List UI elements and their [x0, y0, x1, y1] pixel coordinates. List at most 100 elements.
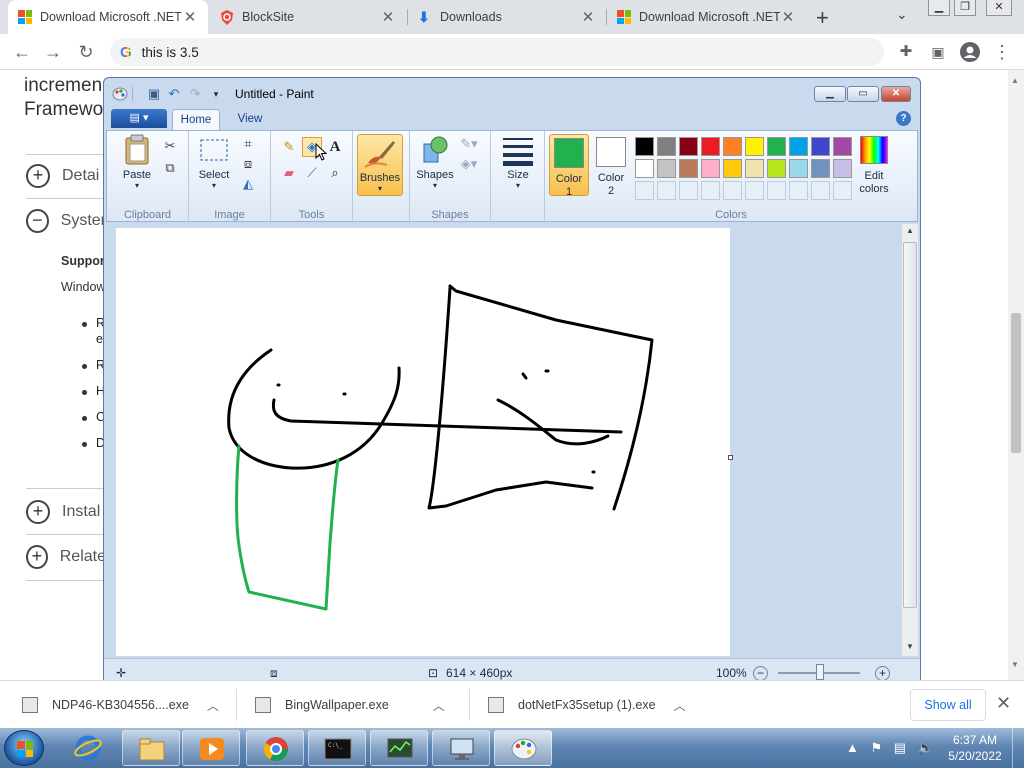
address-bar[interactable]: G this is 3.5 [110, 38, 884, 66]
close-downloads-bar-icon[interactable]: ✕ [996, 693, 1011, 714]
palette-swatch[interactable] [635, 159, 654, 178]
scroll-down-icon[interactable]: ▼ [906, 642, 914, 651]
taskbar-remote-desktop[interactable] [432, 730, 490, 766]
start-button[interactable] [4, 730, 44, 766]
forward-arrow-icon[interactable]: → [41, 40, 65, 64]
custom-color-slot[interactable] [767, 181, 786, 200]
palette-swatch[interactable] [745, 137, 764, 156]
palette-swatch[interactable] [833, 137, 852, 156]
palette-swatch[interactable] [723, 137, 742, 156]
custom-color-slot[interactable] [723, 181, 742, 200]
palette-swatch[interactable] [811, 159, 830, 178]
palette-swatch[interactable] [679, 137, 698, 156]
drawing-canvas[interactable] [116, 228, 733, 656]
save-icon[interactable]: ▣ [146, 86, 162, 102]
text-tool-icon[interactable]: A [325, 137, 345, 157]
reload-icon[interactable]: ↻ [74, 40, 98, 64]
taskbar-command-prompt[interactable]: C:\_ [308, 730, 366, 766]
custom-color-slot[interactable] [701, 181, 720, 200]
accordion-system-requirements[interactable]: − Syster [26, 209, 106, 233]
paint-close-button[interactable]: ✕ [881, 86, 911, 102]
close-tab-icon[interactable]: ✕ [380, 8, 396, 26]
internet-explorer-icon[interactable] [74, 734, 102, 761]
tab-downloads[interactable]: ⬇ Downloads ✕ [408, 0, 606, 34]
show-desktop-button[interactable] [1012, 728, 1024, 768]
close-tab-icon[interactable]: ✕ [780, 8, 796, 26]
palette-swatch[interactable] [701, 159, 720, 178]
custom-color-slot[interactable] [811, 181, 830, 200]
tab-blocksite[interactable]: BlockSite ✕ [210, 0, 406, 34]
palette-swatch[interactable] [811, 137, 830, 156]
paint-app-icon[interactable] [112, 86, 128, 102]
palette-swatch[interactable] [767, 159, 786, 178]
eraser-icon[interactable]: ▰ [279, 163, 299, 183]
palette-swatch[interactable] [635, 137, 654, 156]
custom-color-slot[interactable] [789, 181, 808, 200]
palette-swatch[interactable] [789, 137, 808, 156]
palette-swatch[interactable] [789, 159, 808, 178]
restore-window-button[interactable]: ❐ [954, 0, 976, 16]
minimize-window-button[interactable]: ▁ [928, 0, 950, 16]
back-arrow-icon[interactable]: ← [10, 40, 34, 64]
tab-download-dotnet-2[interactable]: Download Microsoft .NET ✕ [607, 0, 806, 34]
color-1-button[interactable]: Color 1 [549, 134, 589, 198]
download-item[interactable]: dotNetFx35setup (1).exe ︿ [488, 689, 686, 721]
crop-icon[interactable]: ⌗ [239, 135, 257, 153]
chevron-up-icon[interactable]: ︿ [674, 697, 686, 714]
page-scrollbar-thumb[interactable] [1011, 313, 1021, 453]
custom-color-slot[interactable] [635, 181, 654, 200]
extensions-puzzle-icon[interactable]: ✚ [894, 40, 918, 64]
custom-color-slot[interactable] [745, 181, 764, 200]
show-all-button[interactable]: Show all [910, 689, 986, 721]
pencil-icon[interactable]: ✎ [279, 137, 299, 157]
redo-icon[interactable]: ↷ [187, 86, 203, 102]
paint-minimize-button[interactable]: ▁ [814, 86, 846, 102]
palette-swatch[interactable] [657, 159, 676, 178]
custom-color-slot[interactable] [833, 181, 852, 200]
canvas-resize-handle[interactable] [728, 455, 733, 460]
scrollbar-thumb[interactable] [903, 242, 917, 608]
resize-icon[interactable]: ⧈ [239, 155, 257, 173]
taskbar-file-explorer[interactable] [122, 730, 180, 766]
side-panel-icon[interactable]: ▣ [926, 40, 950, 64]
zoom-out-button[interactable]: − [753, 666, 768, 681]
taskbar-clock[interactable]: 6:37 AM 5/20/2022 [944, 732, 1006, 764]
browser-menu-icon[interactable]: ⋮ [990, 40, 1014, 64]
fill-icon[interactable]: ◈▾ [460, 155, 478, 173]
undo-icon[interactable]: ↶ [166, 86, 182, 102]
zoom-slider-thumb[interactable] [816, 664, 824, 680]
palette-swatch[interactable] [657, 137, 676, 156]
palette-swatch[interactable] [701, 137, 720, 156]
rotate-icon[interactable]: ◭ [239, 175, 257, 193]
color-picker-icon[interactable]: ⟋ [302, 163, 322, 183]
outline-icon[interactable]: ✎▾ [460, 135, 478, 153]
accordion-install[interactable]: + Instal [26, 500, 106, 524]
brushes-button[interactable]: Brushes ▾ [357, 134, 403, 196]
edit-colors-button[interactable]: Edit colors [853, 134, 895, 196]
tab-search-chevron-icon[interactable]: ⌄ [896, 6, 908, 23]
paint-menu-button[interactable]: ▤ ▾ [111, 109, 167, 128]
taskbar-chrome[interactable] [246, 730, 304, 766]
accordion-related[interactable]: + Relate [26, 545, 106, 569]
magnifier-icon[interactable]: ⌕ [325, 163, 345, 183]
copy-icon[interactable]: ⧉ [161, 159, 179, 177]
page-scrollbar[interactable]: ▲ ▼ [1008, 70, 1024, 680]
taskbar-paint[interactable] [494, 730, 552, 766]
help-icon[interactable]: ? [896, 111, 911, 126]
taskbar-network-monitor[interactable] [370, 730, 428, 766]
select-button[interactable]: Select ▾ [193, 134, 235, 190]
palette-swatch[interactable] [767, 137, 786, 156]
download-item[interactable]: BingWallpaper.exe ︿ [255, 689, 445, 721]
palette-swatch[interactable] [833, 159, 852, 178]
canvas-vertical-scrollbar[interactable]: ▲ ▼ [901, 224, 918, 656]
close-window-button[interactable]: ✕ [986, 0, 1012, 16]
size-button[interactable]: Size ▾ [497, 134, 539, 190]
taskbar-media-player[interactable] [182, 730, 240, 766]
cut-scissors-icon[interactable]: ✂ [161, 137, 179, 155]
zoom-in-button[interactable]: + [875, 666, 890, 681]
chevron-up-icon[interactable]: ︿ [433, 697, 445, 714]
download-item[interactable]: NDP46-KB304556....exe ︿ [22, 689, 219, 721]
new-tab-button[interactable]: + [816, 5, 829, 31]
accordion-details[interactable]: + Detai [26, 164, 106, 188]
color-2-button[interactable]: Color 2 [591, 134, 631, 197]
